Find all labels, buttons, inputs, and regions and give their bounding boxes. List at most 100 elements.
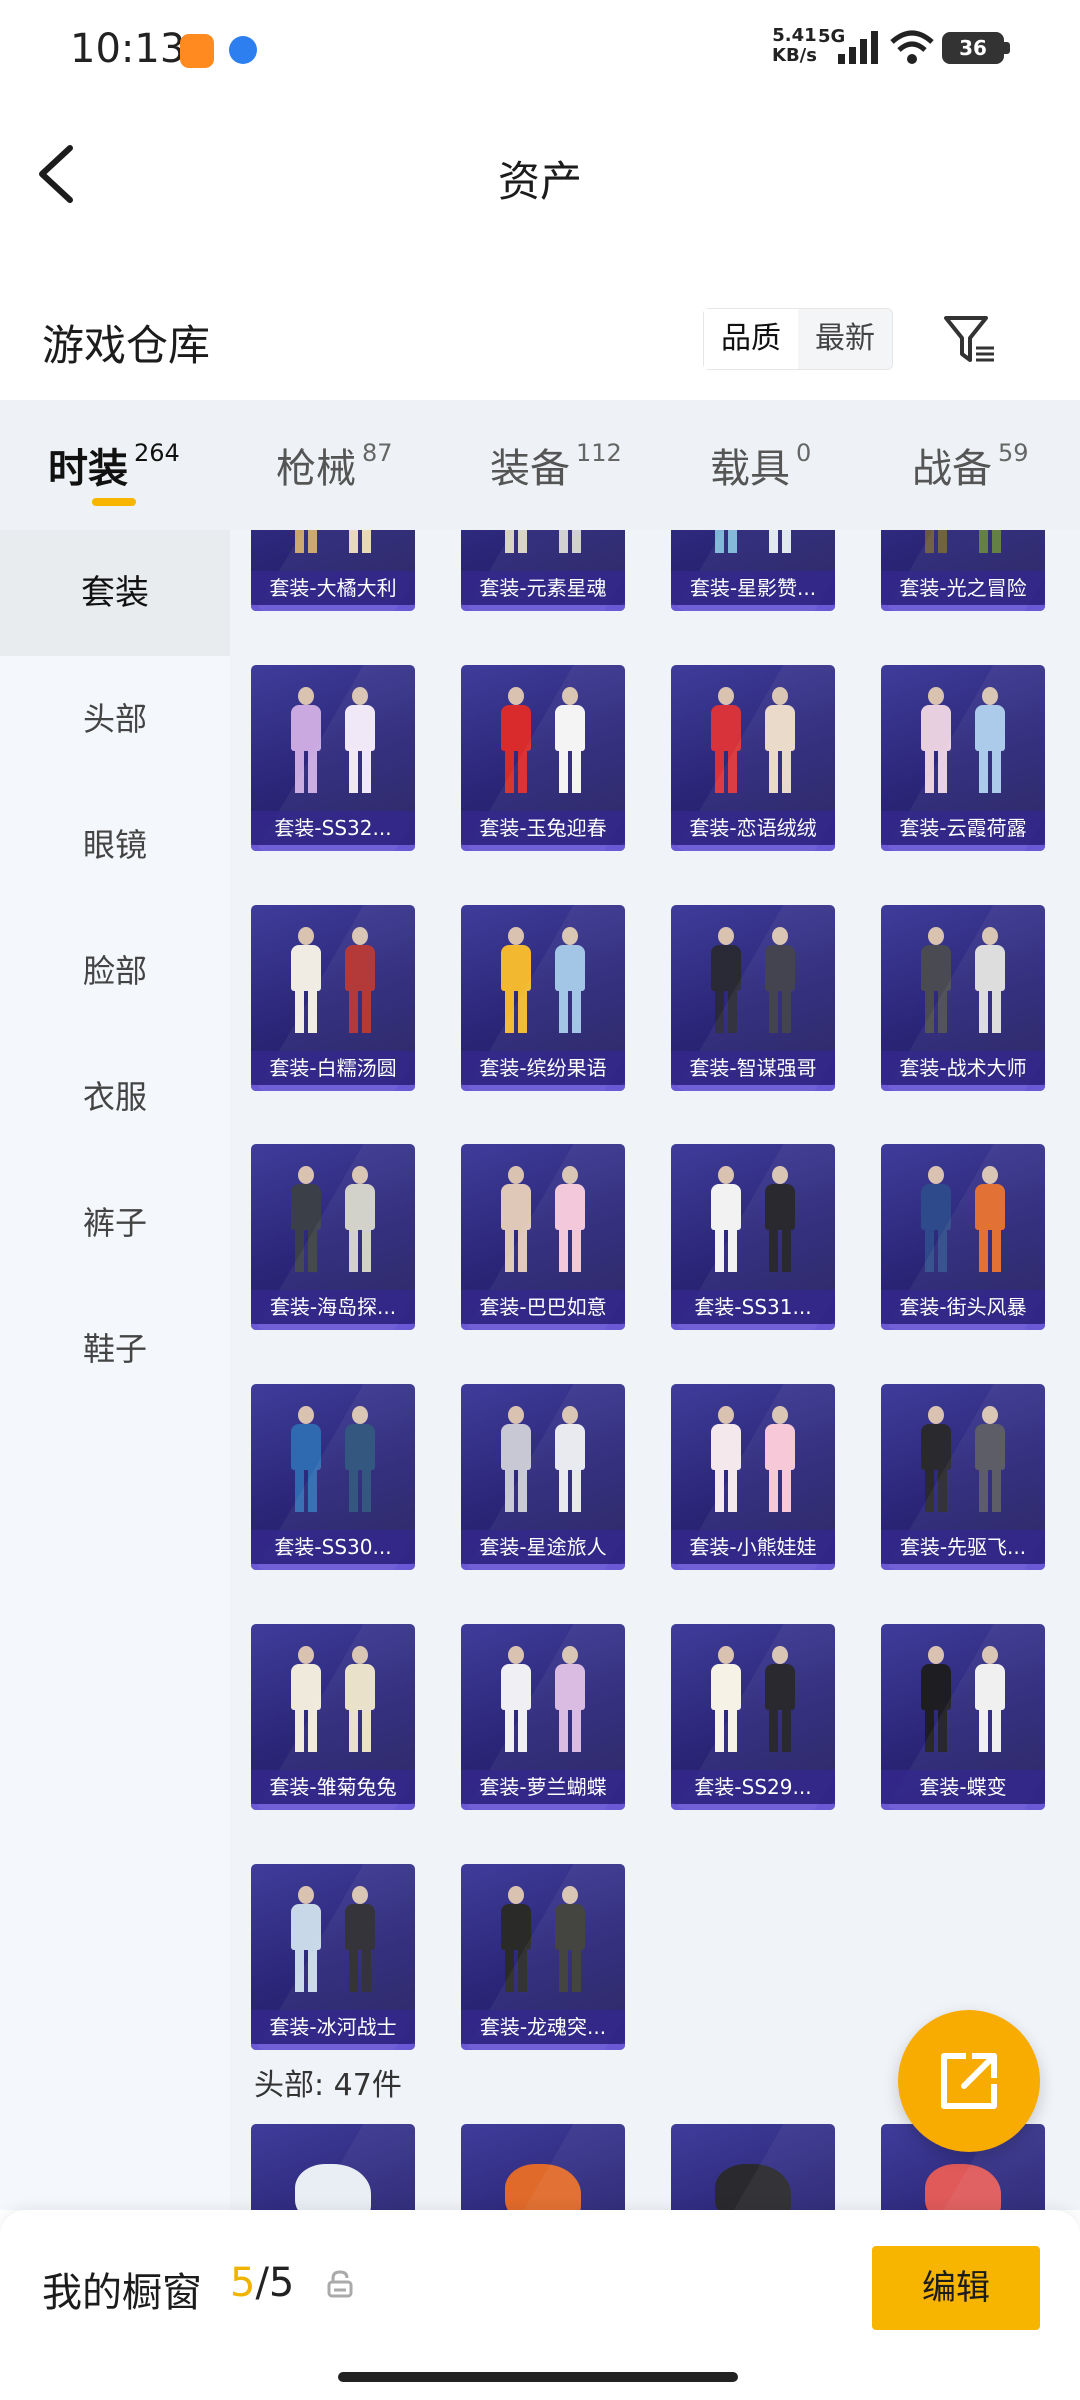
item-card[interactable]: 套装-大橘大利 — [251, 530, 415, 611]
item-card[interactable]: 套装-海岛探... — [251, 1144, 415, 1331]
figure-body — [921, 944, 951, 991]
item-card[interactable]: 套装-雏菊兔兔 — [251, 1623, 415, 1810]
figure-head — [982, 1166, 998, 1185]
item-card-label: 套装-海岛探... — [251, 1290, 415, 1325]
side-item-clothes[interactable]: 衣服 — [0, 1034, 230, 1160]
figure-head — [352, 686, 368, 705]
category-tabs: 时装 264 枪械 87 装备 112 载具 0 战备 59 — [0, 400, 1080, 530]
outfit-figure — [763, 1406, 797, 1516]
item-card[interactable]: 套装-星途旅人 — [461, 1384, 625, 1571]
side-item-head[interactable]: 头部 — [0, 656, 230, 782]
outfit-figure — [919, 926, 953, 1037]
tab-vehicles[interactable]: 载具 0 — [710, 400, 811, 530]
item-card[interactable]: 套装-巴巴如意 — [461, 1144, 625, 1331]
item-card[interactable]: 套装-冰河战士 — [251, 1863, 415, 2050]
item-card[interactable]: 套装-星影赞... — [671, 530, 835, 611]
item-card[interactable]: 套装-战术大师 — [881, 904, 1045, 1091]
item-card[interactable]: 套装-SS30... — [251, 1384, 415, 1571]
outfit-figure — [553, 926, 587, 1037]
figure-body — [711, 1663, 741, 1710]
figure-legs — [769, 1228, 791, 1273]
item-card[interactable]: 套装-SS32... — [251, 664, 415, 851]
outfit-figure — [343, 926, 377, 1037]
side-item-face[interactable]: 脸部 — [0, 908, 230, 1034]
item-preview — [505, 2164, 581, 2210]
showcase-label: 我的橱窗 — [42, 2270, 202, 2316]
item-card[interactable]: 套装-萝兰蝴蝶 — [461, 1623, 625, 1810]
figure-legs — [505, 748, 527, 793]
item-card-partial[interactable] — [671, 2124, 835, 2210]
net-speed-value: 5.41 — [772, 25, 817, 46]
item-card[interactable]: 套装-蝶变 — [881, 1623, 1045, 1810]
figure-head — [718, 1166, 734, 1185]
outfit-figure — [343, 1885, 377, 1996]
figure-legs — [715, 1468, 737, 1513]
figure-body — [765, 704, 795, 751]
side-nav: 套装 头部 眼镜 脸部 衣服 裤子 鞋子 — [0, 530, 230, 2210]
item-card[interactable]: 套装-元素星魂 — [461, 530, 625, 611]
item-card-label: 套装-光之冒险 — [881, 571, 1045, 605]
item-card[interactable]: 套装-恋语绒绒 — [671, 664, 835, 851]
outfit-figure — [499, 1885, 533, 1996]
item-card[interactable]: 套装-小熊娃娃 — [671, 1384, 835, 1571]
side-item-pants[interactable]: 裤子 — [0, 1160, 230, 1286]
figure-legs — [559, 748, 581, 793]
figure-body — [291, 944, 321, 991]
share-button[interactable] — [898, 2010, 1040, 2152]
item-preview — [715, 2164, 791, 2210]
outfit-figure — [343, 1645, 377, 1756]
tab-equipment[interactable]: 装备 112 — [490, 400, 622, 530]
item-card-partial[interactable] — [461, 2124, 625, 2210]
item-card[interactable]: 套装-云霞荷露 — [881, 664, 1045, 851]
showcase-total: /5 — [255, 2260, 295, 2306]
tab-active-indicator — [92, 498, 136, 506]
item-card[interactable]: 套装-街头风暴 — [881, 1144, 1045, 1331]
filter-icon[interactable] — [942, 314, 998, 366]
side-item-shoes[interactable]: 鞋子 — [0, 1286, 230, 1412]
item-preview — [925, 2164, 1001, 2210]
outfit-figure — [709, 926, 743, 1037]
figure-head — [298, 1406, 314, 1425]
figure-head — [772, 926, 788, 945]
figure-legs — [295, 1947, 317, 1992]
figure-legs — [295, 1707, 317, 1752]
outfit-figure — [973, 1645, 1007, 1756]
item-card[interactable]: 套装-SS29... — [671, 1623, 835, 1810]
tab-fashion[interactable]: 时装 264 — [48, 400, 180, 530]
item-card-label: 套装-星途旅人 — [461, 1530, 625, 1565]
item-card[interactable]: 套装-光之冒险 — [881, 530, 1045, 611]
item-card[interactable]: 套装-SS31... — [671, 1144, 835, 1331]
item-card[interactable]: 套装-玉兔迎春 — [461, 664, 625, 851]
figure-legs — [505, 530, 527, 553]
tab-count: 112 — [576, 439, 622, 467]
sort-quality-button[interactable]: 品质 — [704, 309, 798, 369]
item-card[interactable]: 套装-龙魂突... — [461, 1863, 625, 2050]
tab-guns[interactable]: 枪械 87 — [276, 400, 393, 530]
figure-legs — [349, 748, 371, 793]
item-card[interactable]: 套装-白糯汤圆 — [251, 904, 415, 1091]
tab-count: 0 — [796, 439, 812, 467]
figure-body — [921, 1663, 951, 1710]
item-card[interactable]: 套装-缤纷果语 — [461, 904, 625, 1091]
item-card-label: 套装-巴巴如意 — [461, 1290, 625, 1325]
item-preview — [295, 2164, 371, 2210]
sort-latest-button[interactable]: 最新 — [798, 309, 892, 369]
figure-body — [765, 944, 795, 991]
figure-legs — [559, 1468, 581, 1513]
figure-legs — [769, 1468, 791, 1513]
figure-body — [555, 944, 585, 991]
item-card-label: 套装-蝶变 — [881, 1769, 1045, 1804]
figure-head — [718, 686, 734, 705]
figure-body — [345, 1663, 375, 1710]
side-item-suits[interactable]: 套装 — [0, 530, 230, 656]
edit-button[interactable]: 编辑 — [872, 2246, 1040, 2330]
home-indicator — [338, 2372, 738, 2382]
figure-body — [345, 1184, 375, 1231]
item-card[interactable]: 套装-先驱飞... — [881, 1384, 1045, 1571]
item-card[interactable]: 套装-智谋强哥 — [671, 904, 835, 1091]
item-card-partial[interactable] — [251, 2124, 415, 2210]
figure-body — [291, 704, 321, 751]
tab-supplies[interactable]: 战备 59 — [912, 400, 1029, 530]
figure-head — [772, 1645, 788, 1664]
side-item-glasses[interactable]: 眼镜 — [0, 782, 230, 908]
